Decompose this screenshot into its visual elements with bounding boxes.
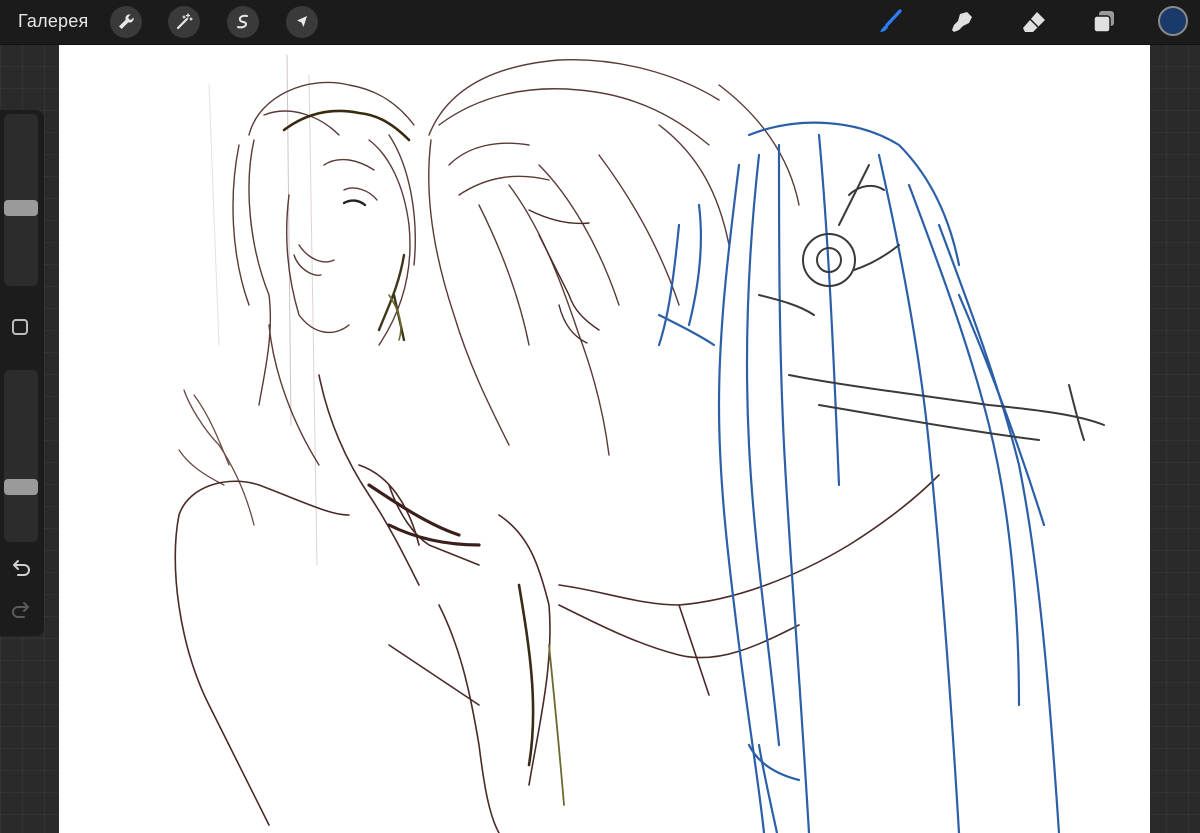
eraser-icon <box>1023 12 1045 32</box>
left-sidebar <box>0 110 44 636</box>
gallery-button[interactable]: Галерея <box>18 11 88 32</box>
brush-icon <box>880 9 902 32</box>
transform-arrow-icon <box>297 16 307 27</box>
sketch-artwork <box>174 54 1105 833</box>
layers-button[interactable] <box>1088 6 1120 38</box>
selection-button[interactable] <box>227 6 259 38</box>
brush-tool-button[interactable] <box>874 6 906 38</box>
eraser-tool-button[interactable] <box>1018 6 1050 38</box>
color-picker-button[interactable] <box>1158 6 1188 36</box>
opacity-handle[interactable] <box>4 479 38 496</box>
undo-icon[interactable] <box>9 556 33 580</box>
opacity-slider[interactable] <box>4 370 38 542</box>
actions-button[interactable] <box>110 6 142 38</box>
drawing-canvas[interactable] <box>59 45 1150 833</box>
magic-wand-icon <box>176 13 193 30</box>
top-toolbar: Галерея <box>0 0 1200 45</box>
wrench-icon <box>119 14 134 29</box>
layers-icon <box>1093 11 1114 33</box>
smudge-icon <box>952 12 972 32</box>
modify-button[interactable] <box>12 319 28 335</box>
brush-size-handle[interactable] <box>4 199 38 216</box>
redo-icon[interactable] <box>9 598 33 622</box>
smudge-tool-button[interactable] <box>946 6 978 38</box>
transform-button[interactable] <box>286 6 318 38</box>
selection-icon <box>237 14 248 29</box>
adjustments-button[interactable] <box>168 6 200 38</box>
